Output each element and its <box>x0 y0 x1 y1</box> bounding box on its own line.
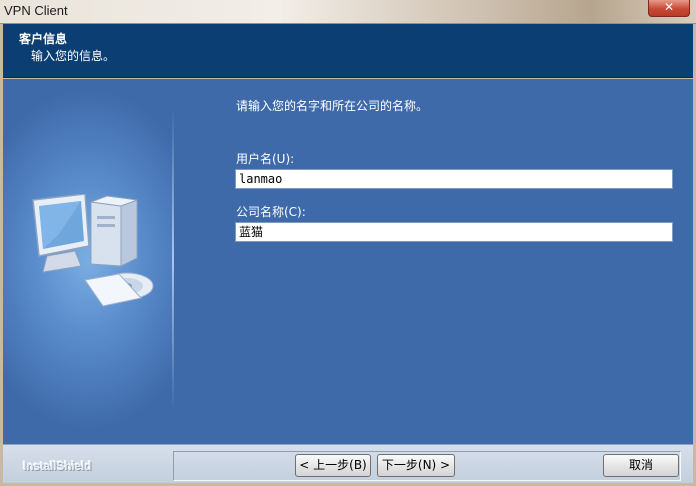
wizard-body: 请输入您的名字和所在公司的名称。 用户名(U): lanmao 公司名称(C):… <box>3 79 693 444</box>
wizard-footer: InstallShield < 上一步(B) 下一步(N) > 取消 <box>3 444 693 483</box>
company-field[interactable]: 蓝猫 <box>235 222 673 242</box>
next-button[interactable]: 下一步(N) > <box>377 454 455 477</box>
wizard-header: 客户信息 输入您的信息。 <box>3 24 693 78</box>
username-label: 用户名(U): <box>236 152 295 166</box>
company-label: 公司名称(C): <box>236 205 306 219</box>
close-button[interactable]: ✕ <box>648 0 690 17</box>
cancel-button[interactable]: 取消 <box>603 454 679 477</box>
installshield-logo: InstallShield <box>23 459 92 473</box>
page-title: 客户信息 <box>19 32 68 46</box>
title-bar: VPN Client ✕ <box>0 0 696 24</box>
computer-with-cd-icon <box>32 194 154 307</box>
window-title: VPN Client <box>4 3 68 18</box>
username-field[interactable]: lanmao <box>235 169 673 189</box>
back-button[interactable]: < 上一步(B) <box>295 454 371 477</box>
page-subtitle: 输入您的信息。 <box>31 49 116 63</box>
divider <box>172 109 174 409</box>
instruction-text: 请输入您的名字和所在公司的名称。 <box>236 99 429 113</box>
